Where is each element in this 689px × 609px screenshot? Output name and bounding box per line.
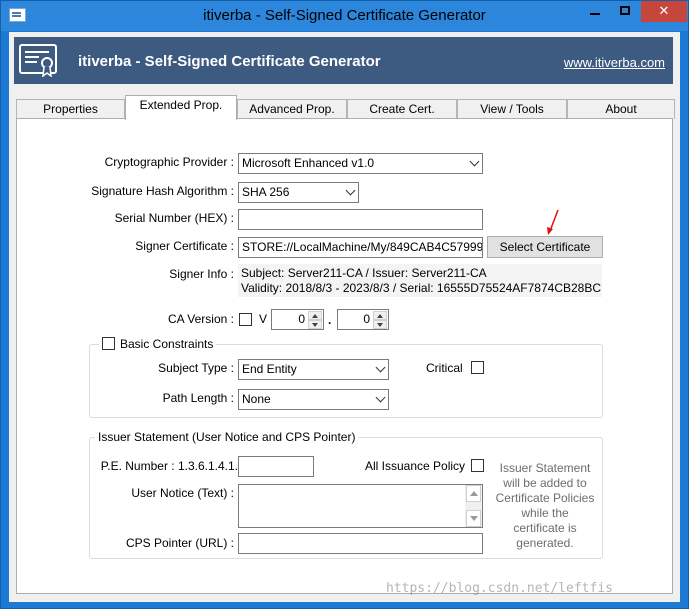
red-arrow-annotation-icon [547, 209, 559, 235]
note-line: while the [521, 506, 569, 520]
chevron-down-icon [345, 185, 356, 196]
basic-constraints-checkbox[interactable] [102, 337, 115, 350]
signer-certificate-label: Signer Certificate : [135, 239, 234, 253]
tab-create-cert[interactable]: Create Cert. [347, 99, 457, 119]
client-area: itiverba - Self-Signed Certificate Gener… [9, 32, 680, 602]
crypto-provider-value: Microsoft Enhanced v1.0 [242, 156, 375, 170]
chevron-down-icon [469, 156, 480, 167]
pe-number-label: P.E. Number : 1.3.6.1.4.1. [100, 459, 238, 473]
app-window: itiverba - Self-Signed Certificate Gener… [0, 0, 689, 609]
note-line: Issuer Statement [499, 461, 591, 475]
spin-down-icon[interactable] [373, 320, 387, 329]
cps-pointer-input[interactable] [238, 533, 483, 554]
user-notice-scrollbar[interactable] [465, 485, 482, 527]
user-notice-textarea[interactable] [238, 484, 483, 528]
close-button[interactable]: ✕ [641, 1, 687, 22]
subject-type-select[interactable]: End Entity [238, 359, 389, 380]
note-line: Certificate Policies [495, 491, 595, 505]
banner-title: itiverba - Self-Signed Certificate Gener… [78, 53, 381, 70]
scroll-down-icon[interactable] [466, 510, 481, 527]
ca-version-major-value: 0 [298, 312, 305, 326]
basic-constraints-label: Basic Constraints [120, 337, 214, 351]
tab-about[interactable]: About [567, 99, 675, 119]
ca-version-label: CA Version : [167, 312, 234, 326]
issuer-statement-header: Issuer Statement (User Notice and CPS Po… [95, 430, 359, 444]
scroll-up-icon[interactable] [466, 485, 481, 502]
user-notice-label: User Notice (Text) : [131, 486, 234, 500]
header-banner: itiverba - Self-Signed Certificate Gener… [14, 37, 673, 84]
title-bar[interactable]: itiverba - Self-Signed Certificate Gener… [1, 1, 688, 31]
ca-version-checkbox[interactable] [239, 313, 252, 326]
minimize-icon [590, 13, 600, 15]
note-line: generated. [516, 536, 574, 550]
hash-algorithm-value: SHA 256 [242, 185, 290, 199]
critical-label: Critical [426, 361, 463, 375]
serial-number-input[interactable] [238, 209, 483, 230]
ca-version-minor-stepper[interactable]: 0 [337, 309, 389, 330]
tab-view-tools[interactable]: View / Tools [457, 99, 567, 119]
cps-pointer-label: CPS Pointer (URL) : [125, 536, 234, 550]
basic-constraints-header: Basic Constraints [99, 337, 217, 351]
pe-number-input[interactable] [238, 456, 314, 477]
signer-info-validity: Validity: 2018/8/3 - 2023/8/3 / Serial: … [241, 281, 601, 295]
subject-type-label: Subject Type : [158, 361, 234, 375]
chevron-down-icon [375, 362, 386, 373]
chevron-down-icon [375, 392, 386, 403]
all-issuance-policy-checkbox[interactable] [471, 459, 484, 472]
spin-down-icon[interactable] [308, 320, 322, 329]
signer-info-subject: Subject: Server211-CA / Issuer: Server21… [241, 266, 487, 280]
tab-properties[interactable]: Properties [16, 99, 125, 119]
crypto-provider-select[interactable]: Microsoft Enhanced v1.0 [238, 153, 483, 174]
hash-algorithm-label: Signature Hash Algorithm : [91, 184, 234, 198]
select-certificate-button[interactable]: Select Certificate [487, 236, 603, 258]
note-line: certificate is [513, 521, 577, 535]
issuer-statement-note: Issuer Statement will be added to Certif… [491, 461, 599, 551]
path-length-label: Path Length : [162, 391, 234, 405]
certificate-logo-icon [19, 44, 57, 77]
tab-advanced-prop[interactable]: Advanced Prop. [237, 99, 347, 119]
hash-algorithm-select[interactable]: SHA 256 [238, 182, 359, 203]
spin-up-icon[interactable] [373, 311, 387, 320]
ca-version-minor-value: 0 [363, 312, 370, 326]
tab-extended-prop[interactable]: Extended Prop. [125, 95, 237, 120]
crypto-provider-label: Cryptographic Provider : [104, 155, 234, 169]
website-link[interactable]: www.itiverba.com [564, 55, 665, 70]
all-issuance-policy-label: All Issuance Policy [365, 459, 466, 473]
path-length-value: None [242, 392, 271, 406]
ca-version-major-stepper[interactable]: 0 [271, 309, 324, 330]
watermark-text: https://blog.csdn.net/leftfis [386, 581, 613, 596]
signer-certificate-input[interactable]: STORE://LocalMachine/My/849CAB4C579995 [238, 237, 483, 258]
subject-type-value: End Entity [242, 362, 297, 376]
minimize-button[interactable] [581, 1, 609, 22]
tab-strip: Properties Extended Prop. Advanced Prop.… [16, 95, 675, 120]
spin-up-icon[interactable] [308, 311, 322, 320]
serial-number-label: Serial Number (HEX) : [114, 211, 234, 225]
ca-version-v-label: V [259, 312, 268, 326]
close-icon: ✕ [658, 3, 670, 18]
maximize-icon [620, 6, 630, 15]
critical-checkbox[interactable] [471, 361, 484, 374]
note-line: will be added to [503, 476, 587, 490]
ca-version-dot: . [328, 313, 332, 327]
signer-info-label: Signer Info : [169, 267, 234, 281]
extended-prop-panel: Cryptographic Provider : Microsoft Enhan… [16, 118, 673, 594]
path-length-select[interactable]: None [238, 389, 389, 410]
signer-info-box: Subject: Server211-CA / Issuer: Server21… [238, 264, 602, 297]
maximize-button[interactable] [611, 1, 639, 22]
